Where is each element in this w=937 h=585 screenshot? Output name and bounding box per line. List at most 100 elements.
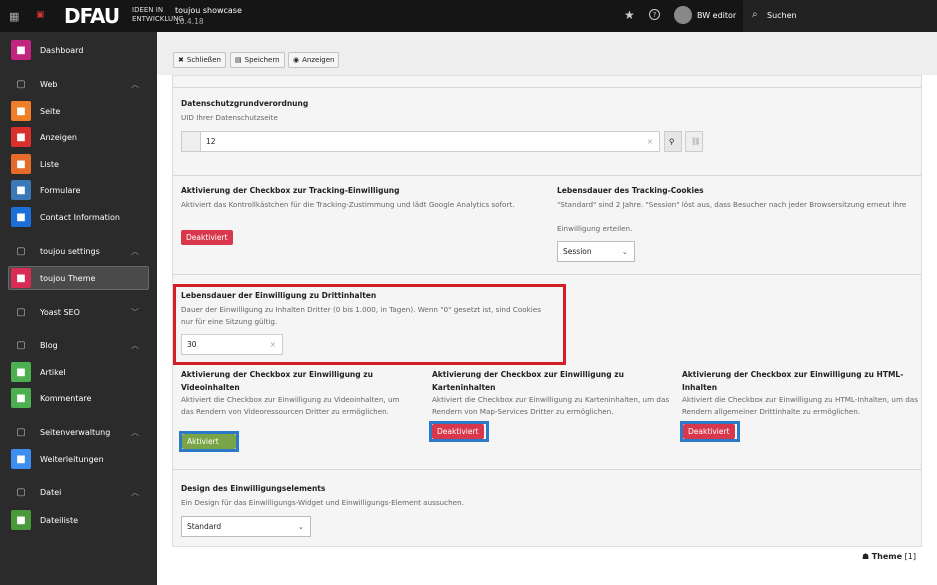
save-button[interactable]: ▤ Speichern bbox=[230, 52, 285, 68]
record-count: [1] bbox=[904, 552, 916, 561]
privacy-uid-input[interactable]: 12 × bbox=[200, 131, 660, 152]
sidebar-item-label: toujou Theme bbox=[40, 273, 96, 283]
map-toggle[interactable]: Deaktiviert bbox=[432, 424, 484, 439]
globe-icon: ▢ bbox=[16, 426, 26, 438]
design-select[interactable]: Standard ⌄ bbox=[181, 516, 311, 537]
search-icon: ⌕ bbox=[752, 9, 758, 20]
view-label: Anzeigen bbox=[302, 56, 335, 64]
sidebar-item-label: Seitenverwaltung bbox=[40, 427, 111, 437]
sidebar-item-datei[interactable]: ▢ Datei ︿ bbox=[0, 480, 157, 504]
sidebar-item-weiterleitungen[interactable]: ■ Weiterleitungen bbox=[0, 447, 157, 471]
record-footer: ☗ Theme [1] bbox=[862, 552, 916, 561]
sidebar-item-artikel[interactable]: ■ Artikel bbox=[0, 360, 157, 384]
sidebar-item-yoast-seo[interactable]: ▢ Yoast SEO ﹀ bbox=[0, 300, 157, 324]
sidebar-item-toujou-theme[interactable]: ■ toujou Theme bbox=[8, 266, 149, 290]
sidebar-item-formulare[interactable]: ■ Formulare bbox=[0, 178, 157, 202]
version: 10.4.18 bbox=[175, 17, 204, 26]
cookie-label: Lebensdauer des Tracking-Cookies bbox=[557, 186, 704, 195]
sidebar-item-blog[interactable]: ▢ Blog ︿ bbox=[0, 333, 157, 357]
section-consent: Lebensdauer der Einwilligung zu Drittinh… bbox=[173, 274, 921, 469]
user-name[interactable]: BW editor bbox=[697, 11, 736, 20]
avatar[interactable] bbox=[674, 6, 692, 24]
view-button[interactable]: ◉ Anzeigen bbox=[288, 52, 340, 68]
sidebar-item-dateiliste[interactable]: ■ Dateiliste bbox=[0, 508, 157, 532]
video-toggle[interactable]: Aktiviert bbox=[182, 434, 236, 449]
close-icon: ✖ bbox=[178, 56, 184, 64]
sidebar-item-label: Kommentare bbox=[40, 393, 92, 403]
chevron-down-icon[interactable]: ﹀ bbox=[131, 307, 139, 318]
chevron-up-icon[interactable]: ︿ bbox=[131, 340, 139, 351]
page-browser-icon[interactable]: ⚲ bbox=[664, 131, 682, 152]
form-panel: Datenschutzgrundverordnung UID Ihrer Dat… bbox=[172, 75, 922, 547]
sidebar-item-dashboard[interactable]: ■ Dashboard bbox=[0, 38, 157, 62]
sidebar-item-label: Dashboard bbox=[40, 45, 84, 55]
sidebar-item-label: Datei bbox=[40, 487, 62, 497]
sidebar-item-contact-information[interactable]: ■ Contact Information bbox=[0, 205, 157, 229]
clear-icon[interactable]: × bbox=[270, 340, 276, 349]
sidebar-item-label: Blog bbox=[40, 340, 58, 350]
sidebar-item-label: Formulare bbox=[40, 185, 81, 195]
html-label: Aktivierung der Checkbox zur Einwilligun… bbox=[682, 370, 904, 392]
lifetime-value: 30 bbox=[187, 340, 197, 349]
sidebar-item-kommentare[interactable]: ■ Kommentare bbox=[0, 386, 157, 410]
redirect-icon: ■ bbox=[11, 449, 31, 469]
cookie-lifetime-select[interactable]: Session ⌄ bbox=[557, 241, 635, 262]
contact-icon: ■ bbox=[11, 207, 31, 227]
record-icon-box bbox=[181, 131, 201, 152]
page-icon: ■ bbox=[11, 101, 31, 121]
sidebar-item-label: Web bbox=[40, 79, 58, 89]
cloud-icon: ■ bbox=[11, 510, 31, 530]
video-desc: Aktiviert die Checkbox zur Einwilligung … bbox=[181, 395, 400, 416]
sidebar-item-label: toujou settings bbox=[40, 246, 100, 256]
app-grid-icon[interactable]: ▦ bbox=[9, 10, 19, 23]
record-title[interactable]: Theme bbox=[872, 552, 902, 561]
sidebar-item-label: Artikel bbox=[40, 367, 66, 377]
tracking-toggle[interactable]: Deaktiviert bbox=[181, 230, 233, 245]
video-label: Aktivierung der Checkbox zur Einwilligun… bbox=[181, 370, 373, 392]
article-icon: ■ bbox=[11, 362, 31, 382]
section-design: Design des Einwilligungselements Ein Des… bbox=[173, 469, 921, 547]
sidebar-item-seite[interactable]: ■ Seite bbox=[0, 99, 157, 123]
eye-icon: ■ bbox=[11, 127, 31, 147]
list-icon: ■ bbox=[11, 154, 31, 174]
bookmark-star-icon[interactable]: ★ bbox=[624, 8, 635, 22]
cookie-value: Session bbox=[563, 247, 592, 256]
sidebar-item-web[interactable]: ▢ Web ︿ bbox=[0, 72, 157, 96]
chevron-down-icon: ⌄ bbox=[297, 522, 304, 531]
chevron-up-icon[interactable]: ︿ bbox=[131, 427, 139, 438]
sidebar-item-seitenverwaltung[interactable]: ▢ Seitenverwaltung ︿ bbox=[0, 420, 157, 444]
section-privacy: Datenschutzgrundverordnung UID Ihrer Dat… bbox=[173, 87, 921, 175]
sidebar-item-label: Liste bbox=[40, 159, 59, 169]
section-tracking: Aktivierung der Checkbox zur Tracking-Ei… bbox=[173, 175, 921, 274]
close-button[interactable]: ✖ Schließen bbox=[173, 52, 226, 68]
search-label[interactable]: Suchen bbox=[767, 11, 797, 20]
chevron-up-icon[interactable]: ︿ bbox=[131, 487, 139, 498]
sidebar-item-label: Dateiliste bbox=[40, 515, 79, 525]
html-desc: Aktiviert die Checkbox zur Einwilligung … bbox=[682, 395, 918, 416]
typo3-logo-icon[interactable]: ▣ bbox=[36, 10, 45, 20]
logo-tagline: IDEEN IN ENTWICKLUNG bbox=[132, 6, 184, 23]
chevron-up-icon[interactable]: ︿ bbox=[131, 79, 139, 90]
link-icon[interactable]: ⛓ bbox=[685, 131, 703, 152]
help-icon[interactable]: ? bbox=[649, 9, 660, 20]
lifetime-input[interactable]: 30 × bbox=[181, 334, 283, 355]
cookie-desc-2: Einwilligung erteilen. bbox=[557, 224, 633, 233]
save-label: Speichern bbox=[244, 56, 280, 64]
yoast-icon: ▢ bbox=[16, 306, 26, 318]
tracking-desc: Aktiviert das Kontrollkästchen für die T… bbox=[181, 200, 515, 209]
logo[interactable]: DFAU bbox=[64, 4, 120, 28]
design-label: Design des Einwilligungselements bbox=[181, 484, 326, 493]
tracking-label: Aktivierung der Checkbox zur Tracking-Ei… bbox=[181, 186, 400, 195]
sidebar-item-toujou-settings[interactable]: ▢ toujou settings ︿ bbox=[0, 239, 157, 263]
chevron-up-icon[interactable]: ︿ bbox=[131, 246, 139, 257]
sidebar-item-label: Contact Information bbox=[40, 212, 120, 222]
theme-record-icon: ☗ bbox=[862, 552, 872, 561]
html-toggle[interactable]: Deaktiviert bbox=[683, 424, 735, 439]
page-icon: ▢ bbox=[16, 78, 26, 90]
privacy-value: 12 bbox=[206, 137, 216, 146]
clear-icon[interactable]: × bbox=[647, 137, 653, 146]
lifetime-desc: Dauer der Einwilligung zu Inhalten Dritt… bbox=[181, 305, 541, 326]
sidebar-item-liste[interactable]: ■ Liste bbox=[0, 152, 157, 176]
map-desc: Aktiviert die Checkbox zur Einwilligung … bbox=[432, 395, 670, 416]
sidebar-item-anzeigen[interactable]: ■ Anzeigen bbox=[0, 125, 157, 149]
